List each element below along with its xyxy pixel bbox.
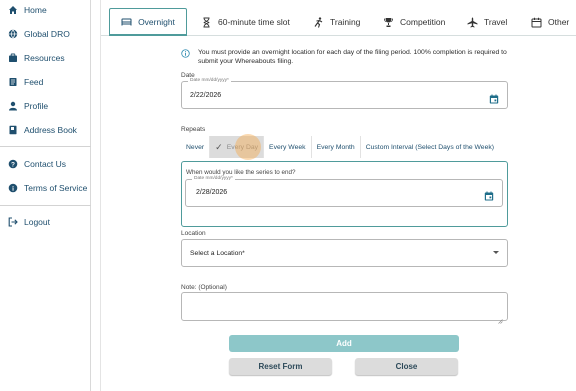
date-field[interactable]: Date mm/dd/yyyy* 2/22/2026: [181, 78, 508, 109]
sidebar-item-label: Home: [24, 5, 47, 15]
calendar-icon[interactable]: [489, 91, 499, 104]
option-label: Every Month: [316, 143, 355, 151]
tab-bar: Overnight 60-minute time slot Training C…: [101, 8, 576, 36]
sidebar-item-label: Terms of Service: [24, 183, 88, 193]
sidebar-item-label: Profile: [24, 101, 49, 111]
notice-text: You must provide an overnight location f…: [198, 49, 507, 65]
click-indicator: [235, 134, 261, 160]
location-label: Location: [181, 230, 206, 237]
notice-banner: You must provide an overnight location f…: [181, 48, 521, 66]
series-end-panel: When would you like the series to end? D…: [181, 161, 508, 227]
main-panel: Overnight 60-minute time slot Training C…: [100, 0, 576, 391]
calendar-icon[interactable]: [484, 188, 494, 201]
divider: [0, 205, 91, 206]
note-textarea[interactable]: [181, 292, 508, 324]
home-icon: [8, 5, 18, 15]
tab-label: Competition: [400, 17, 446, 27]
option-label: Every Week: [269, 143, 306, 151]
chevron-down-icon: [493, 251, 499, 254]
repeat-option-never[interactable]: Never: [181, 136, 211, 158]
sidebar-item-home[interactable]: Home: [8, 3, 47, 17]
series-end-legend: Date mm/dd/yyyy*: [192, 176, 235, 181]
info-icon: [181, 49, 190, 58]
help-icon: ?: [8, 159, 18, 169]
sidebar-item-label: Address Book: [24, 125, 77, 135]
sidebar-item-terms-of-service[interactable]: i Terms of Service: [8, 181, 87, 195]
sidebar-item-logout[interactable]: Logout: [8, 215, 50, 229]
check-icon: ✓: [215, 141, 223, 152]
repeat-option-every-week[interactable]: Every Week: [264, 136, 312, 158]
sidebar-item-label: Resources: [24, 53, 65, 63]
date-field-legend: Date mm/dd/yyyy*: [188, 78, 231, 83]
location-select[interactable]: Select a Location*: [181, 239, 508, 267]
tab-60-minute-time-slot[interactable]: 60-minute time slot: [201, 8, 290, 36]
tab-training[interactable]: Training: [313, 8, 360, 36]
tab-other[interactable]: Other: [531, 8, 569, 36]
repeats-options: Never ✓ Every Day Every Week Every Month …: [181, 136, 499, 158]
hourglass-icon: [201, 17, 212, 28]
tab-label: Overnight: [138, 16, 175, 27]
sidebar-item-label: Feed: [24, 77, 44, 87]
date-value: 2/22/2026: [190, 92, 222, 99]
address-book-icon: [8, 125, 18, 135]
sidebar-item-contact-us[interactable]: ? Contact Us: [8, 157, 66, 171]
tab-label: Travel: [484, 17, 508, 27]
tab-label: Other: [548, 17, 570, 27]
trophy-icon: [383, 17, 394, 28]
tab-label: Training: [330, 17, 361, 27]
plane-icon: [467, 17, 478, 28]
calendar-icon: [531, 17, 542, 28]
series-end-date-field[interactable]: Date mm/dd/yyyy* 2/28/2026: [185, 176, 503, 207]
tab-label: 60-minute time slot: [218, 17, 290, 27]
sidebar-item-address-book[interactable]: Address Book: [8, 123, 77, 137]
location-placeholder: Select a Location*: [190, 250, 245, 257]
sidebar-item-label: Contact Us: [24, 159, 67, 169]
sidebar-item-label: Logout: [24, 217, 50, 227]
tab-competition[interactable]: Competition: [383, 8, 445, 36]
close-button[interactable]: Close: [355, 358, 458, 375]
add-button[interactable]: Add: [229, 335, 459, 352]
running-icon: [313, 16, 324, 28]
option-label: Never: [186, 143, 205, 151]
logout-icon: [8, 217, 18, 227]
tab-overnight[interactable]: Overnight: [109, 8, 187, 36]
feed-icon: [8, 77, 18, 87]
resources-icon: [8, 53, 18, 63]
sidebar-item-profile[interactable]: Profile: [8, 99, 48, 113]
option-label: Custom Interval (Select Days of the Week…: [365, 143, 495, 151]
repeats-label: Repeats: [181, 126, 206, 133]
series-end-question: When would you like the series to end?: [186, 169, 296, 176]
sidebar-item-global-dro[interactable]: Global DRO: [8, 27, 70, 41]
sidebar: Home Global DRO Resources Feed Profile A…: [0, 0, 91, 391]
bed-icon: [121, 16, 132, 27]
tab-travel[interactable]: Travel: [467, 8, 507, 36]
reset-form-button[interactable]: Reset Form: [229, 358, 332, 375]
resize-handle-icon[interactable]: [498, 311, 503, 324]
sidebar-item-resources[interactable]: Resources: [8, 51, 65, 65]
svg-text:i: i: [12, 186, 14, 193]
profile-icon: [8, 101, 18, 111]
globe-icon: [8, 29, 18, 39]
repeat-option-custom-interval[interactable]: Custom Interval (Select Days of the Week…: [361, 136, 499, 158]
svg-text:?: ?: [11, 161, 15, 168]
series-end-value: 2/28/2026: [196, 189, 228, 196]
repeat-option-every-month[interactable]: Every Month: [312, 136, 361, 158]
sidebar-item-feed[interactable]: Feed: [8, 75, 43, 89]
note-label: Note: (Optional): [181, 284, 227, 291]
sidebar-item-label: Global DRO: [24, 29, 70, 39]
divider: [0, 146, 91, 147]
info-icon: i: [8, 183, 18, 193]
